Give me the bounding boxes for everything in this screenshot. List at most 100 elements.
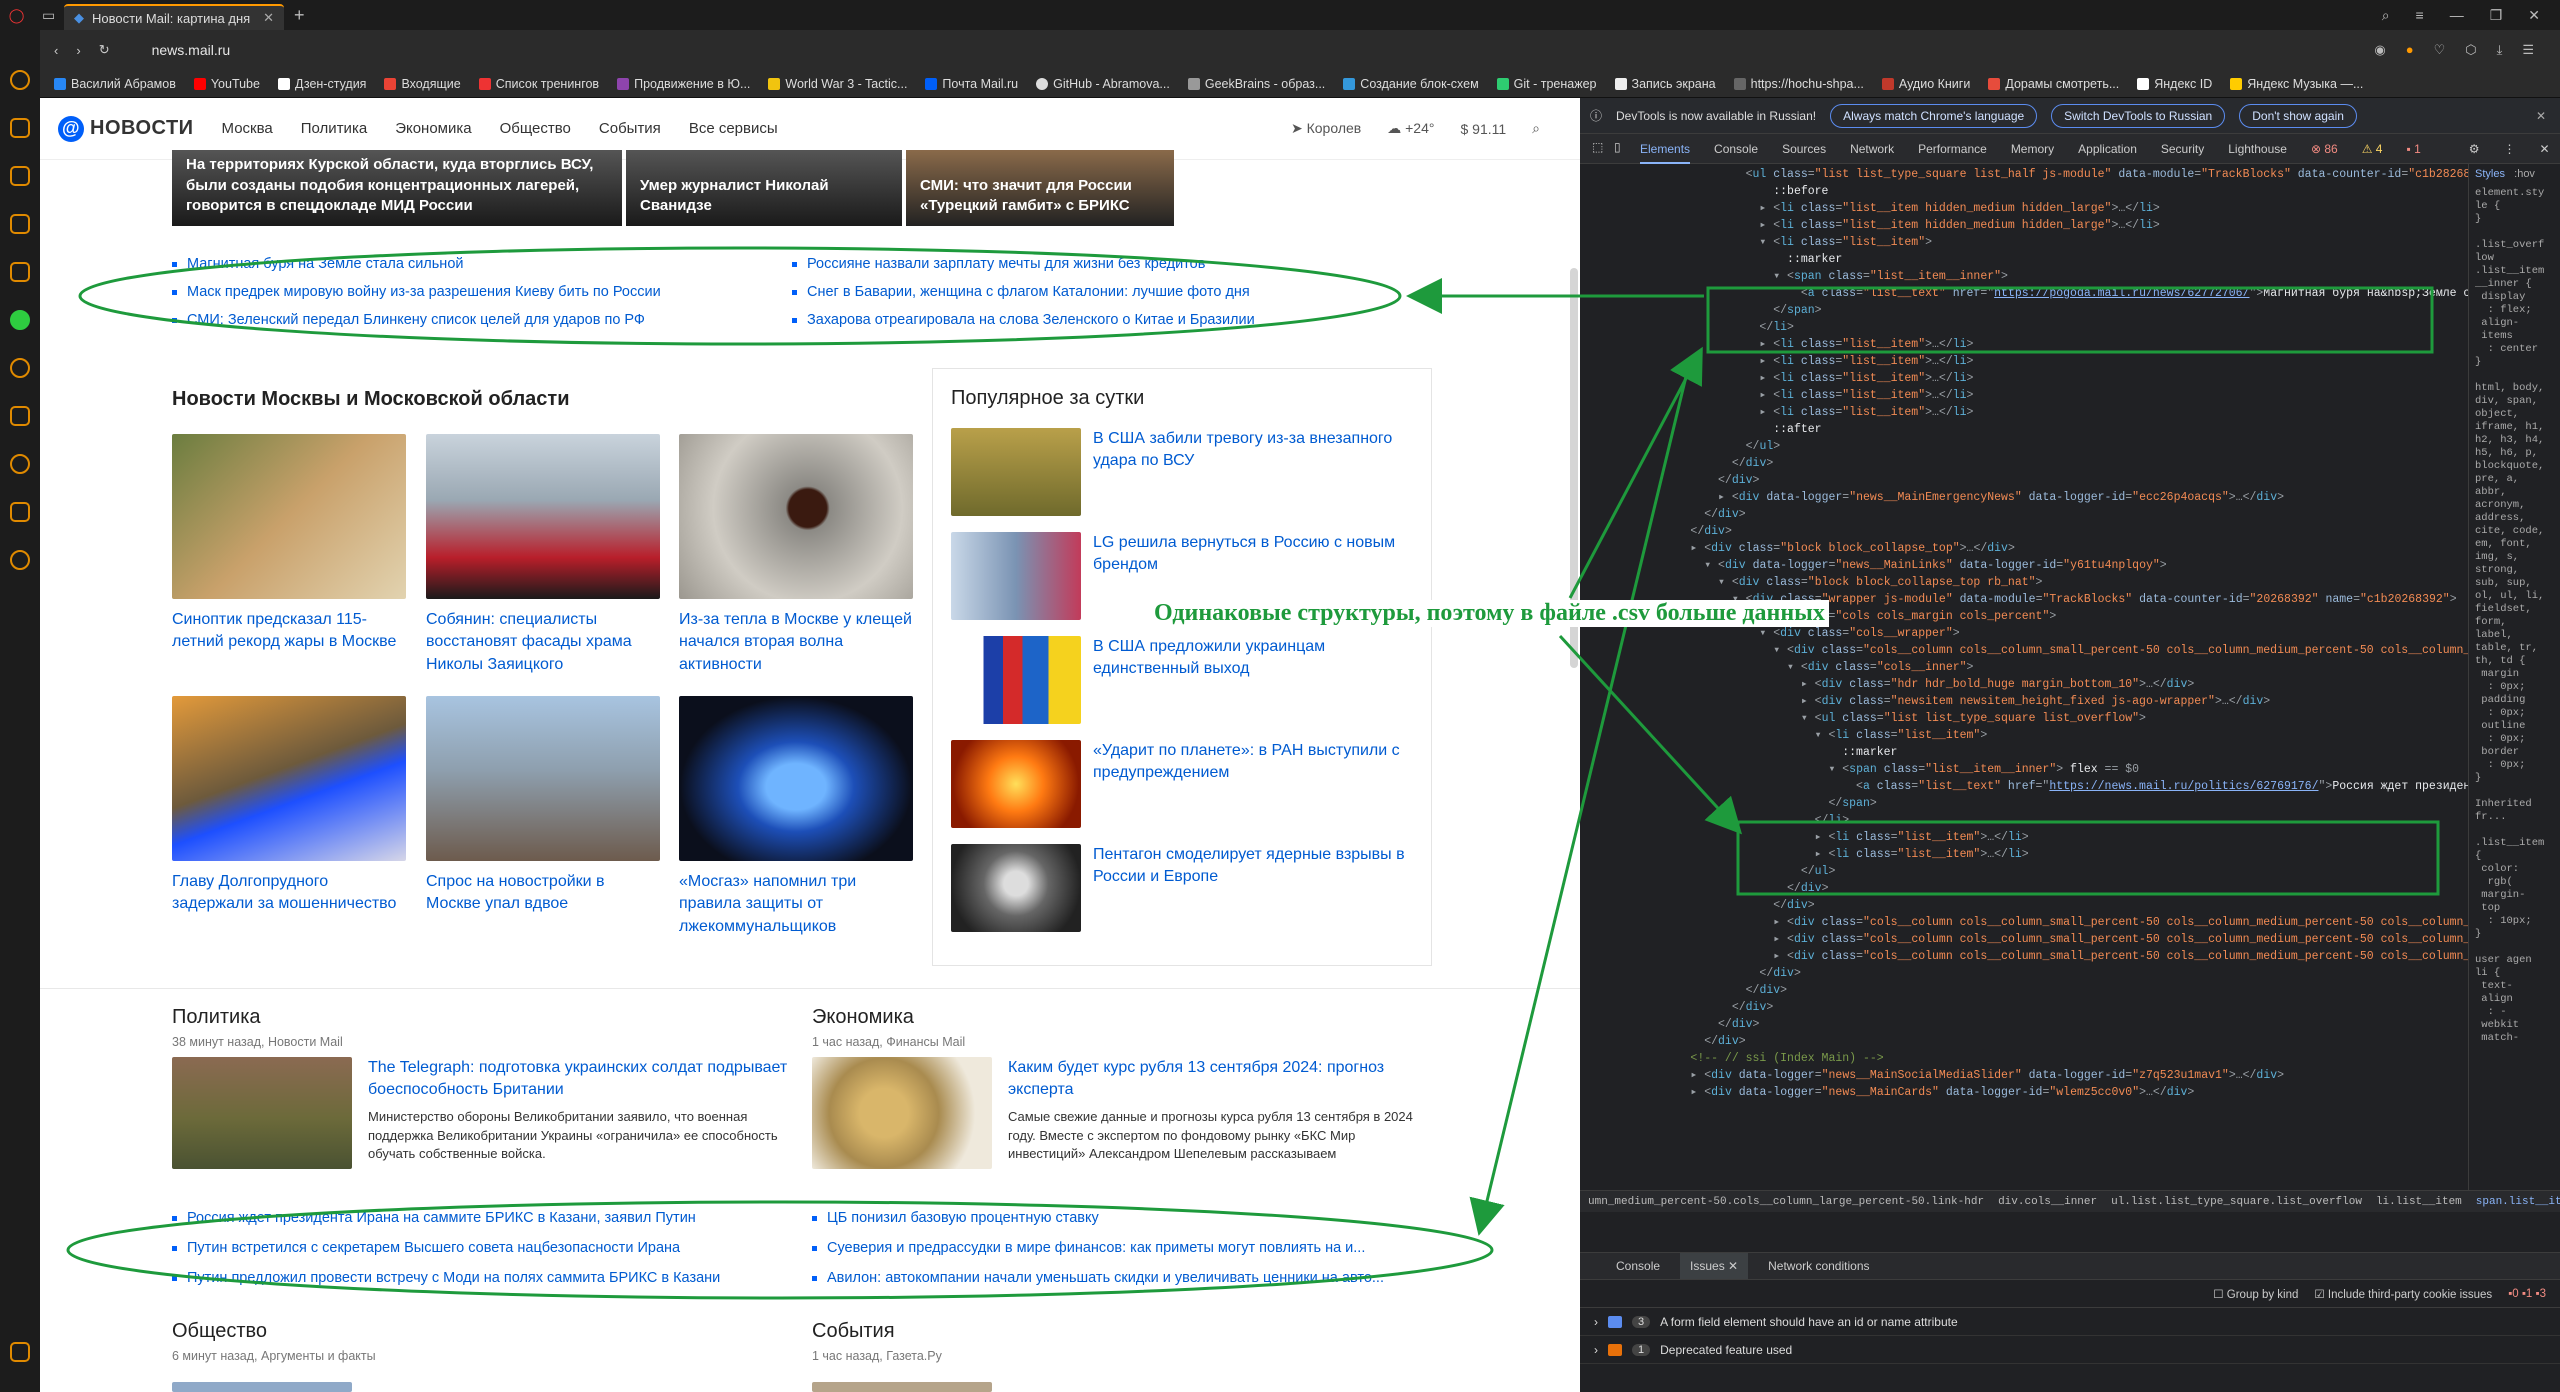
close-window-icon[interactable]: ✕ (2528, 7, 2540, 24)
dom-node-line[interactable]: ::after (1580, 421, 2468, 438)
dom-node-line[interactable]: <a class="list__text" href="https://news… (1580, 778, 2468, 795)
tab-sources[interactable]: Sources (1782, 142, 1826, 156)
dom-node-line[interactable]: ▸ <li class="list__item">…</li> (1580, 846, 2468, 863)
list-item[interactable]: Снег в Баварии, женщина с флагом Каталон… (792, 284, 1412, 300)
sidebar-messenger-icon[interactable] (10, 166, 30, 186)
list-item[interactable]: Маск предрек мировую войну из-за разреше… (172, 284, 792, 300)
bookmark-7[interactable]: Почта Mail.ru (925, 77, 1018, 91)
lead-link[interactable]: Каким будет курс рубля 13 сентября 2024:… (1008, 1059, 1384, 1098)
crumb[interactable]: span.list__item__inner (2476, 1196, 2560, 1208)
warning-count[interactable]: ⚠ 4 (2362, 142, 2383, 156)
dom-node-line[interactable]: </div> (1580, 472, 2468, 489)
dom-node-line[interactable]: </li> (1580, 319, 2468, 336)
dom-node-line[interactable]: </ul> (1580, 863, 2468, 880)
list-item[interactable]: Захарова отреагировала на слова Зеленско… (792, 312, 1412, 328)
dom-node-line[interactable]: </div> (1580, 982, 2468, 999)
match-language-button[interactable]: Always match Chrome's language (1830, 103, 2038, 128)
more-icon[interactable]: ⋮ (2504, 142, 2516, 156)
dom-tree[interactable]: <ul class="list list_type_square list_ha… (1580, 164, 2468, 1190)
dom-node-line[interactable]: </div> (1580, 880, 2468, 897)
dom-node-line[interactable]: ▾ <li class="list__item"> (1580, 727, 2468, 744)
bookmark-11[interactable]: Git - тренажер (1496, 77, 1597, 91)
dom-node-line[interactable]: ▾ <div data-logger="news__MainLinks" dat… (1580, 557, 2468, 574)
dom-node-line[interactable]: </div> (1580, 965, 2468, 982)
inspect-icon[interactable]: ⬚ (1592, 140, 1603, 154)
dom-node-line[interactable]: </div> (1580, 1016, 2468, 1033)
site-logo[interactable]: @ НОВОСТИ (58, 115, 194, 142)
dom-node-line[interactable]: ▾ <li class="list__item"> (1580, 234, 2468, 251)
reload-icon[interactable]: ↻ (99, 42, 110, 58)
dom-node-line[interactable]: ▸ <li class="list__item">…</li> (1580, 829, 2468, 846)
dom-node-line[interactable]: ▸ <li class="list__item hidden_medium hi… (1580, 200, 2468, 217)
bookmark-5[interactable]: Продвижение в Ю... (617, 77, 750, 91)
bookmark-2[interactable]: Дзен-студия (277, 77, 366, 91)
dom-node-line[interactable]: </li> (1580, 812, 2468, 829)
dom-node-line[interactable]: ::marker (1580, 744, 2468, 761)
bookmark-13[interactable]: https://hochu-shpa... (1733, 77, 1864, 91)
close-tab-icon[interactable]: ✕ (263, 10, 274, 26)
nav-politics[interactable]: Политика (301, 120, 367, 137)
extensions-icon[interactable]: ⬡ (2465, 42, 2476, 58)
crumb[interactable]: umn_medium_percent-50.cols__column_large… (1588, 1196, 1984, 1208)
dom-node-line[interactable]: ▸ <div class="cols__column cols__column_… (1580, 914, 2468, 931)
tab-console[interactable]: Console (1714, 142, 1758, 156)
crumb[interactable]: ul.list.list_type_square.list_overflow (2111, 1196, 2362, 1208)
bookmark-9[interactable]: GeekBrains - образ... (1187, 77, 1325, 91)
styles-tab[interactable]: Styles :hov (2475, 168, 2554, 181)
sidebar-aria-icon[interactable] (10, 118, 30, 138)
dom-node-line[interactable]: </div> (1580, 455, 2468, 472)
browser-menu[interactable]: ◯ ▭ (0, 7, 64, 24)
tabs-icon[interactable]: ▭ (42, 7, 55, 24)
dom-node-line[interactable]: <!-- // ssi (Index Main) --> (1580, 1050, 2468, 1067)
sidebar-more-icon[interactable] (10, 1342, 30, 1362)
dom-node-line[interactable]: ▸ <li class="list__item hidden_medium hi… (1580, 217, 2468, 234)
hero-card[interactable]: Умер журналист Николай Сванидзе (626, 150, 902, 226)
info-count[interactable]: ▪ 1 (2406, 142, 2420, 156)
popular-item[interactable]: «Ударит по планете»: в РАН выступили с п… (951, 740, 1413, 828)
back-icon[interactable]: ‹ (54, 43, 58, 58)
dom-node-line[interactable]: </ul> (1580, 438, 2468, 455)
easy-setup-icon[interactable]: ≡ (2416, 7, 2424, 24)
dom-node-line[interactable]: ▸ <li class="list__item">…</li> (1580, 404, 2468, 421)
bookmark-8[interactable]: GitHub - Abramova... (1036, 77, 1170, 91)
nav-events[interactable]: События (599, 120, 661, 137)
list-item[interactable]: Путин встретился с секретарем Высшего со… (172, 1240, 812, 1256)
dom-node-line[interactable]: ▸ <div class="cols__column cols__column_… (1580, 931, 2468, 948)
location-widget[interactable]: ➤ Королев (1291, 120, 1361, 137)
dom-node-line[interactable]: </span> (1580, 302, 2468, 319)
dom-node-line[interactable]: ▸ <div data-logger="news__MainEmergencyN… (1580, 489, 2468, 506)
restore-icon[interactable]: ❐ (2490, 7, 2503, 24)
crumb[interactable]: div.cols__inner (1998, 1196, 2097, 1208)
popular-item[interactable]: В США предложили украинцам единственный … (951, 636, 1413, 724)
tab-lighthouse[interactable]: Lighthouse (2228, 142, 2287, 156)
search-icon[interactable]: ⌕ (1532, 120, 1540, 137)
news-card[interactable]: Синоптик предсказал 115-летний рекорд жа… (172, 434, 406, 654)
list-item[interactable]: Путин предложил провести встречу с Моди … (172, 1270, 812, 1286)
dom-node-line[interactable]: ▾ <div class="cols__column cols__column_… (1580, 642, 2468, 659)
tab-application[interactable]: Application (2078, 142, 2137, 156)
dom-node-line[interactable]: ▾ <div class="cols__inner"> (1580, 659, 2468, 676)
list-item[interactable]: ЦБ понизил базовую процентную ставку (812, 1210, 1432, 1226)
bookmark-12[interactable]: Запись экрана (1614, 77, 1716, 91)
issue-row[interactable]: › 1 Deprecated feature used (1580, 1336, 2560, 1364)
news-card[interactable]: Собянин: специалисты восстановят фасады … (426, 434, 660, 676)
third-party-checkbox[interactable]: ☑ Include third-party cookie issues (2314, 1287, 2492, 1301)
list-item[interactable]: Авилон: автокомпании начали уменьшать ск… (812, 1270, 1432, 1286)
bookmark-6[interactable]: World War 3 - Tactic... (768, 77, 907, 91)
dom-node-line[interactable]: ▸ <div data-logger="news__MainSocialMedi… (1580, 1067, 2468, 1084)
dom-node-line[interactable]: ▸ <li class="list__item">…</li> (1580, 336, 2468, 353)
lead-link[interactable]: The Telegraph: подготовка украинских сол… (368, 1059, 787, 1098)
bookmark-14[interactable]: Аудио Книги (1881, 77, 1970, 91)
bookmark-1[interactable]: YouTube (193, 77, 260, 91)
tab-network-conditions[interactable]: Network conditions (1768, 1259, 1869, 1273)
camera-icon[interactable]: ◉ (2374, 42, 2385, 58)
dom-node-line[interactable]: </div> (1580, 506, 2468, 523)
crumb[interactable]: li.list__item (2376, 1196, 2462, 1208)
hero-card[interactable]: На территориях Курской области, куда вто… (172, 150, 622, 226)
dom-node-line[interactable]: </div> (1580, 897, 2468, 914)
minimize-icon[interactable]: — (2450, 7, 2464, 24)
news-card[interactable]: Спрос на новостройки в Москве упал вдвое (426, 696, 660, 916)
search-tabs-icon[interactable]: ⌕ (2382, 7, 2390, 24)
dom-node-line[interactable]: ::marker (1580, 251, 2468, 268)
tab-memory[interactable]: Memory (2011, 142, 2054, 156)
